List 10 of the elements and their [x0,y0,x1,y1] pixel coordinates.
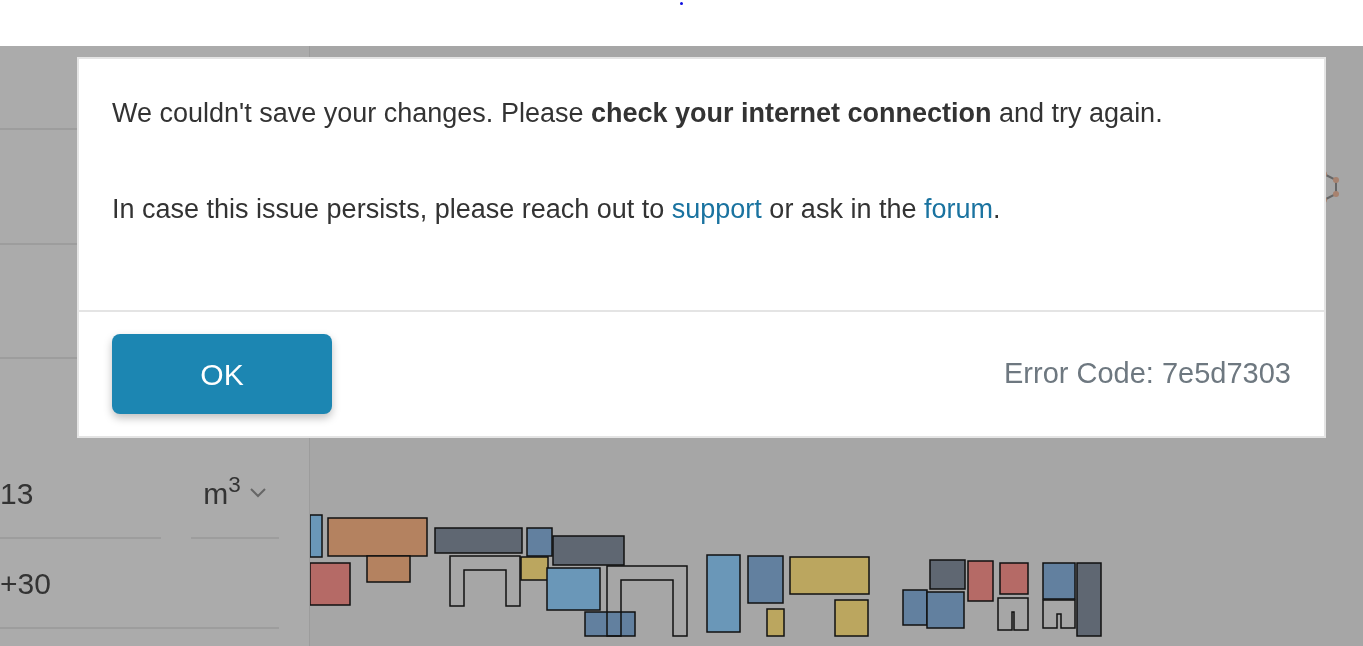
volume-value: 13 [0,475,34,512]
ok-button[interactable]: OK [112,334,332,414]
unit-dropdown[interactable]: m$^{3}$ [191,449,279,539]
support-link[interactable]: support [671,194,762,224]
help-text: In case this issue persists, please reach out to support or ask in the forum. [112,193,1002,226]
forum-link[interactable]: forum [923,194,993,224]
chevron-down-icon [248,487,267,499]
offset-value: +30 [0,565,51,602]
error-message: We couldn't save your changes. Please check your internet connection and try again. [112,97,1164,130]
error-code: Error Code: 7e5d7303 [1004,356,1291,392]
